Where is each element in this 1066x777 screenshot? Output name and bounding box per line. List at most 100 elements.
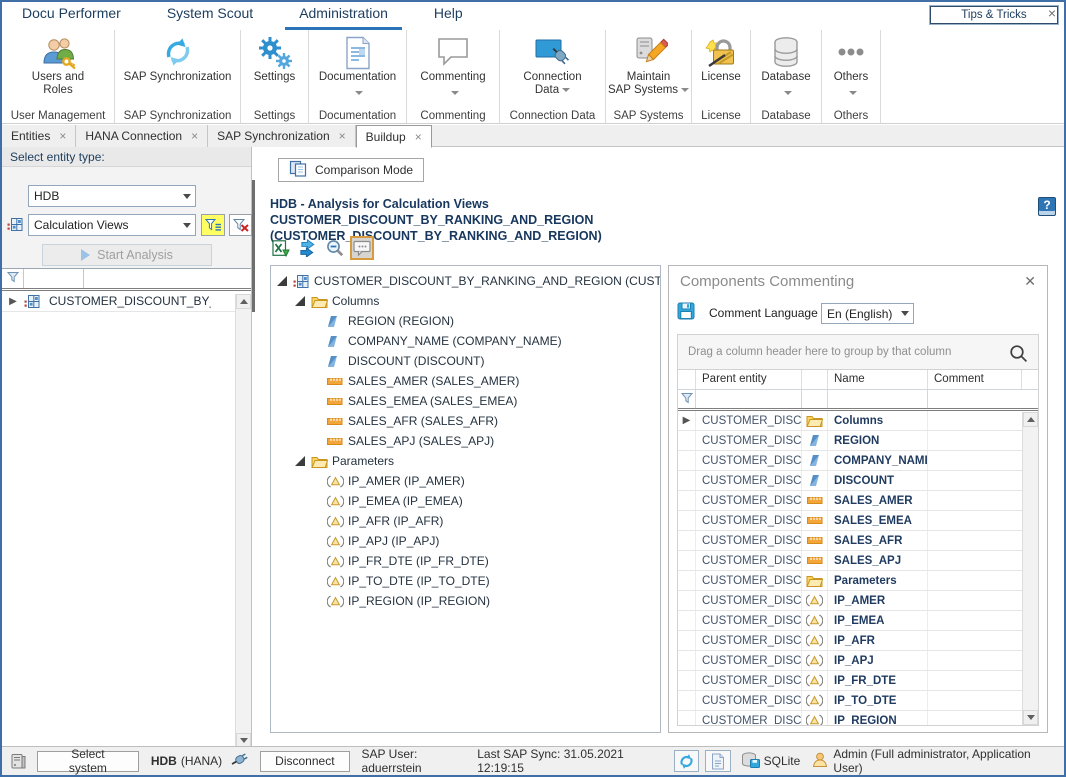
close-icon[interactable]: ✕ [1024,273,1036,290]
comparison-mode-button[interactable]: Comparison Mode [278,158,424,182]
ribbon-button-settings[interactable]: Settings [241,33,308,84]
disconnect-button[interactable]: Disconnect [260,751,349,772]
column-header-comment[interactable]: Comment [928,370,1022,389]
table-row-ip-region[interactable]: CUSTOMER_DISC...IP_REGION [678,711,1038,726]
chevron-down-icon[interactable] [178,194,195,199]
close-icon[interactable]: × [339,130,346,142]
tab-entities[interactable]: Entities× [2,125,76,147]
tree-item-ip-amer-ip-amer[interactable]: IP_AMER (IP_AMER) [271,471,660,491]
menu-item-administration[interactable]: Administration [285,1,402,30]
ribbon-button-connection-data[interactable]: ConnectionData [500,33,605,97]
scroll-up-icon[interactable] [1023,412,1038,427]
left-grid-scrollbar[interactable] [235,294,251,748]
table-filter-row[interactable] [678,390,1038,411]
close-icon[interactable]: × [191,130,198,142]
chevron-down-icon[interactable] [896,311,913,316]
table-row-sales-apj[interactable]: CUSTOMER_DISC...SALES_APJ [678,551,1038,571]
tree-item-sales-apj-sales-apj[interactable]: SALES_APJ (SALES_APJ) [271,431,660,451]
tab-hana-connection[interactable]: HANA Connection× [76,125,208,147]
ribbon-button-documentation[interactable]: Documentation [309,33,406,100]
table-row-sales-afr[interactable]: CUSTOMER_DISC...SALES_AFR [678,531,1038,551]
ribbon-button-commenting[interactable]: Commenting [407,33,499,100]
clear-filter-button[interactable] [229,214,252,236]
close-icon[interactable]: × [415,131,422,143]
grid-filter-row[interactable] [2,269,251,291]
ribbon-button-database[interactable]: Database [751,33,821,100]
table-row-columns[interactable]: ▶CUSTOMER_DISC...Columns [678,411,1038,431]
group-by-bar[interactable]: Drag a column header here to group by th… [677,334,1039,370]
refresh-sync-button[interactable] [674,750,699,772]
menu-item-help[interactable]: Help [420,1,477,30]
close-icon[interactable]: × [59,130,66,142]
table-scrollbar[interactable] [1022,412,1038,725]
start-analysis-button[interactable]: Start Analysis [42,244,212,266]
tips-and-tricks-button[interactable]: Tips & Tricks [929,5,1059,25]
tree-item-sales-amer-sales-amer[interactable]: SALES_AMER (SALES_AMER) [271,371,660,391]
entity-row[interactable]: ▶ CUSTOMER_DISCOUNT_BY_RANKING_AND_REGIO… [2,291,251,312]
ribbon-button-maintain-sap-systems[interactable]: MaintainSAP Systems [606,33,691,97]
table-row-sales-amer[interactable]: CUSTOMER_DISC...SALES_AMER [678,491,1038,511]
column-header-parent-entity[interactable]: Parent entity [696,370,802,389]
filter-funnel-icon[interactable] [2,269,24,288]
column-header-name[interactable]: Name [828,370,928,389]
table-row-ip-afr[interactable]: CUSTOMER_DISC...IP_AFR [678,631,1038,651]
export-forward-button[interactable] [296,236,320,260]
expanded-icon[interactable] [277,276,287,286]
row-indicator [678,511,696,530]
tree-item-ip-fr-dte-ip-fr-dte[interactable]: IP_FR_DTE (IP_FR_DTE) [271,551,660,571]
tree-item-ip-afr-ip-afr[interactable]: IP_AFR (IP_AFR) [271,511,660,531]
ribbon-button-sap-synchronization[interactable]: SAP Synchronization [115,33,240,84]
table-row-ip-amer[interactable]: CUSTOMER_DISC...IP_AMER [678,591,1038,611]
tree-item-ip-region-ip-region[interactable]: IP_REGION (IP_REGION) [271,591,660,611]
commenting-toggle-button[interactable] [350,236,374,260]
tree-item-ip-emea-ip-emea[interactable]: IP_EMEA (IP_EMEA) [271,491,660,511]
chevron-down-icon[interactable] [178,223,195,228]
cell-parent-entity: CUSTOMER_DISC... [696,651,802,670]
tabbar-close-icon[interactable]: × [1048,5,1056,21]
help-icon[interactable]: ? [1038,197,1056,216]
table-row-ip-emea[interactable]: CUSTOMER_DISC...IP_EMEA [678,611,1038,631]
filter-button[interactable] [201,214,225,236]
sync-log-button[interactable] [705,750,730,772]
table-row-ip-apj[interactable]: CUSTOMER_DISC...IP_APJ [678,651,1038,671]
excel-export-button[interactable] [269,236,293,260]
comment-language-select[interactable]: En (English) [821,303,914,324]
entity-type-select[interactable]: Calculation Views [28,214,196,236]
expanded-icon[interactable] [295,456,305,466]
table-row-company-name[interactable]: CUSTOMER_DISC...COMPANY_NAME [678,451,1038,471]
filter-funnel-icon[interactable] [678,390,696,408]
scroll-down-icon[interactable] [1023,710,1038,725]
select-system-button[interactable]: Select system [37,751,139,772]
tree-item-sales-afr-sales-afr[interactable]: SALES_AFR (SALES_AFR) [271,411,660,431]
tab-buildup[interactable]: Buildup× [356,125,432,148]
tree-folder-parameters[interactable]: Parameters [271,451,660,471]
menu-item-docu-performer[interactable]: Docu Performer [8,1,135,30]
table-row-parameters[interactable]: CUSTOMER_DISC...Parameters [678,571,1038,591]
table-row-sales-emea[interactable]: CUSTOMER_DISC...SALES_EMEA [678,511,1038,531]
zoom-out-button[interactable] [323,236,347,260]
filter-cell[interactable] [84,269,251,288]
tab-sap-synchronization[interactable]: SAP Synchronization× [208,125,356,147]
ribbon-button-license[interactable]: License [692,33,750,84]
ribbon-button-others[interactable]: Others [822,33,880,100]
table-row-discount[interactable]: CUSTOMER_DISC...DISCOUNT [678,471,1038,491]
system-select[interactable]: HDB [28,185,196,207]
tree-item-company-name-company-name[interactable]: COMPANY_NAME (COMPANY_NAME) [271,331,660,351]
tree-folder-columns[interactable]: Columns [271,291,660,311]
tree-root[interactable]: CUSTOMER_DISCOUNT_BY_RANKING_AND_REGION … [271,271,660,291]
tree-item-sales-emea-sales-emea[interactable]: SALES_EMEA (SALES_EMEA) [271,391,660,411]
expanded-icon[interactable] [295,296,305,306]
save-icon[interactable] [677,302,695,323]
tree-item-ip-to-dte-ip-to-dte[interactable]: IP_TO_DTE (IP_TO_DTE) [271,571,660,591]
tree-item-ip-apj-ip-apj[interactable]: IP_APJ (IP_APJ) [271,531,660,551]
scroll-up-icon[interactable] [236,294,251,309]
table-row-ip-fr-dte[interactable]: CUSTOMER_DISC...IP_FR_DTE [678,671,1038,691]
filter-cell[interactable] [24,269,84,288]
tree-item-region-region[interactable]: REGION (REGION) [271,311,660,331]
tree-item-discount-discount[interactable]: DISCOUNT (DISCOUNT) [271,351,660,371]
panel-splitter[interactable] [252,180,255,312]
ribbon-button-users-and-roles[interactable]: Users andRoles [2,33,114,97]
table-row-ip-to-dte[interactable]: CUSTOMER_DISC...IP_TO_DTE [678,691,1038,711]
menu-item-system-scout[interactable]: System Scout [153,1,267,30]
table-row-region[interactable]: CUSTOMER_DISC...REGION [678,431,1038,451]
